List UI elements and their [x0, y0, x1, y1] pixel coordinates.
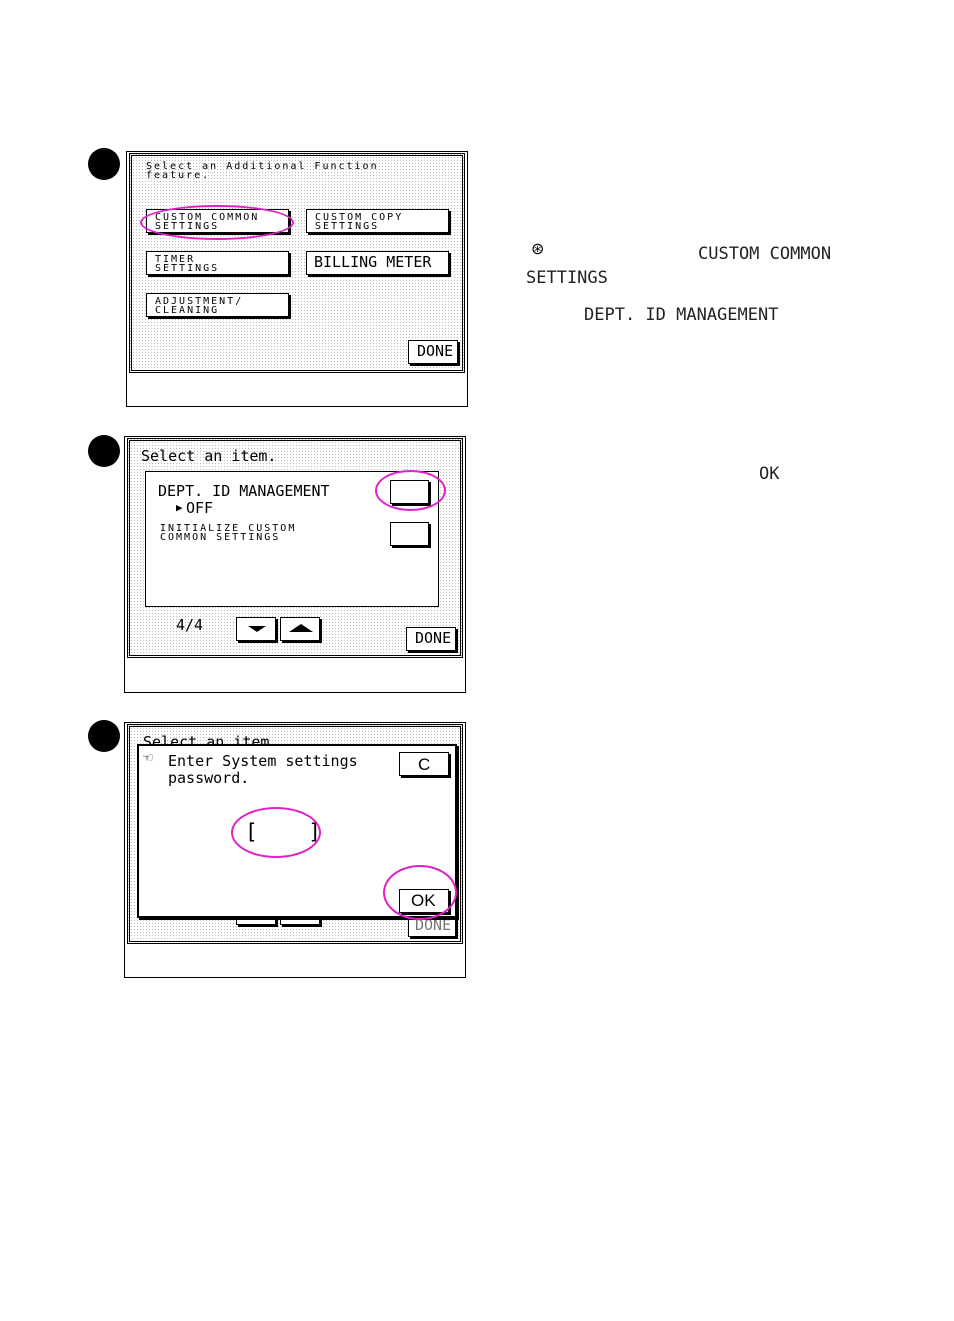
clear-button[interactable]: C [399, 752, 449, 776]
dialog-text: Enter System settings password. [168, 752, 358, 787]
dept-id-management-label: DEPT. ID MANAGEMENT [158, 482, 330, 500]
instruction-custom-common: CUSTOM COMMON [698, 244, 832, 264]
screen1-panel: Select an Additional Function feature. C… [129, 153, 465, 373]
screen1-done-label: DONE [417, 342, 454, 360]
screen1-prompt: Select an Additional Function feature. [146, 161, 379, 181]
page-indicator: 4/4 [176, 616, 204, 634]
timer-settings-label: TIMER SETTINGS [155, 254, 220, 274]
custom-copy-settings-label: CUSTOM COPY SETTINGS [315, 212, 404, 232]
screen1-done-button[interactable]: DONE [408, 340, 458, 364]
arrow-down-icon [248, 626, 266, 632]
play-icon: ▶ [176, 501, 183, 514]
highlight-ring-dept-id [375, 470, 446, 511]
instruction-dept-id: DEPT. ID MANAGEMENT [584, 305, 779, 325]
instruction-ok: OK [759, 464, 780, 484]
highlight-ring-ok [383, 865, 457, 920]
arrow-up-icon [289, 624, 313, 632]
initialize-custom-label: INITIALIZE CUSTOM COMMON SETTINGS [160, 523, 297, 543]
hand-icon: ☜ [143, 748, 153, 767]
additional-functions-key-icon: ⊛ [531, 239, 545, 258]
screen1-frame: Select an Additional Function feature. C… [126, 151, 468, 407]
highlight-ring-custom-common [140, 205, 294, 240]
highlight-ring-password [231, 807, 321, 858]
step-3-marker [88, 720, 120, 752]
billing-meter-label: BILLING METER [314, 253, 432, 271]
screen3-frame: Select an item. DONE ☜ Enter System sett… [124, 722, 466, 978]
adjustment-cleaning-button[interactable]: ADJUSTMENT/ CLEANING [146, 293, 289, 317]
screen2-frame: Select an item. DEPT. ID MANAGEMENT ▶ OF… [124, 436, 466, 693]
billing-meter-button[interactable]: BILLING METER [306, 251, 449, 275]
step-2-marker [88, 435, 120, 467]
scroll-up-button[interactable] [280, 617, 320, 641]
background-done-label: DONE [415, 916, 452, 934]
timer-settings-button[interactable]: TIMER SETTINGS [146, 251, 289, 275]
screen2-done-button[interactable]: DONE [406, 627, 456, 651]
step-1-marker [88, 148, 120, 180]
screen2-prompt: Select an item. [141, 447, 277, 465]
instruction-settings: SETTINGS [526, 268, 608, 288]
initialize-custom-button[interactable] [390, 522, 429, 546]
adjustment-cleaning-label: ADJUSTMENT/ CLEANING [155, 296, 244, 316]
screen2-done-label: DONE [415, 629, 452, 647]
dept-id-management-value: OFF [186, 499, 214, 517]
custom-copy-settings-button[interactable]: CUSTOM COPY SETTINGS [306, 209, 449, 233]
clear-label: C [418, 755, 431, 774]
scroll-down-button[interactable] [236, 617, 276, 641]
